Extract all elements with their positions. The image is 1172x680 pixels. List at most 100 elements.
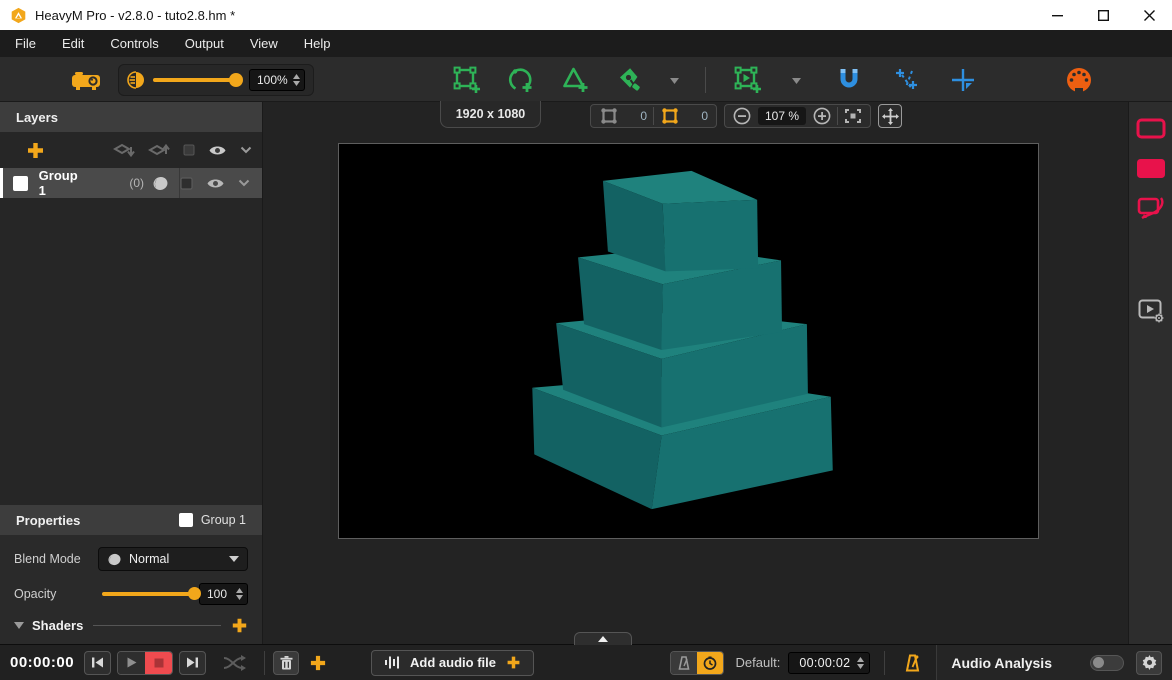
menu-help[interactable]: Help bbox=[291, 30, 344, 57]
opacity-slider-thumb[interactable] bbox=[188, 587, 201, 600]
add-shader-icon[interactable] bbox=[231, 617, 248, 634]
add-audio-plus-icon bbox=[506, 655, 521, 670]
menu-edit[interactable]: Edit bbox=[49, 30, 97, 57]
effects-mode-icon[interactable] bbox=[1136, 196, 1166, 222]
skip-end-button[interactable] bbox=[179, 651, 206, 675]
add-quad-icon[interactable] bbox=[452, 65, 482, 95]
sequences-drawer-handle[interactable] bbox=[574, 632, 632, 645]
distort-grid-icon[interactable] bbox=[892, 67, 920, 93]
add-player-dropdown-caret[interactable] bbox=[792, 71, 801, 89]
play-button[interactable] bbox=[118, 652, 145, 674]
metronome-icon[interactable] bbox=[905, 654, 920, 672]
blend-mode-value: Normal bbox=[129, 552, 222, 566]
layer-visibility-icon[interactable] bbox=[206, 177, 225, 190]
pen-tool-dropdown-caret[interactable] bbox=[670, 71, 679, 89]
resolution-tab: 1920 x 1080 bbox=[440, 101, 541, 128]
default-duration-value: 00:00:02 bbox=[799, 656, 850, 670]
layer-color-swatch[interactable] bbox=[183, 144, 195, 156]
skip-start-button[interactable] bbox=[84, 651, 111, 675]
properties-title: Properties bbox=[16, 513, 80, 528]
brightness-spinner[interactable] bbox=[293, 74, 300, 86]
add-layer-icon[interactable] bbox=[26, 141, 45, 160]
midi-connector-icon[interactable] bbox=[1066, 67, 1092, 93]
pan-tool-button[interactable] bbox=[878, 104, 902, 128]
play-stop-group bbox=[117, 651, 173, 675]
brightness-slider[interactable] bbox=[153, 78, 241, 82]
layer-expand-chevron[interactable] bbox=[238, 179, 250, 187]
layer-color-chip[interactable] bbox=[180, 177, 193, 190]
zoom-group: 107 % bbox=[724, 104, 871, 128]
blend-mode-icon bbox=[107, 553, 122, 566]
layers-title: Layers bbox=[16, 110, 58, 125]
add-sequence-icon[interactable] bbox=[309, 654, 327, 672]
add-triangle-icon[interactable] bbox=[560, 65, 590, 95]
player-settings-icon[interactable] bbox=[1137, 298, 1165, 324]
blend-dropdown-caret bbox=[229, 556, 239, 562]
default-duration-spinner[interactable] bbox=[857, 657, 864, 669]
window-title: HeavyM Pro - v2.8.0 - tuto2.8.hm * bbox=[35, 8, 235, 23]
opacity-spinner[interactable] bbox=[236, 588, 243, 600]
layer-checkbox[interactable] bbox=[13, 176, 28, 191]
beat-mode-button[interactable] bbox=[671, 652, 697, 674]
projector-icon[interactable] bbox=[70, 68, 102, 92]
brightness-slider-thumb[interactable] bbox=[229, 73, 243, 87]
properties-body: Blend Mode Normal Opacity 100 bbox=[0, 535, 262, 644]
pen-tool-icon[interactable] bbox=[614, 66, 642, 94]
default-duration-box[interactable]: 00:00:02 bbox=[788, 652, 870, 674]
menu-output[interactable]: Output bbox=[172, 30, 237, 57]
fill-mode-icon[interactable] bbox=[1136, 158, 1166, 179]
fit-view-icon[interactable] bbox=[844, 108, 862, 124]
add-circle-icon[interactable] bbox=[506, 65, 536, 95]
opacity-value: 100 bbox=[207, 587, 231, 601]
zoom-value[interactable]: 107 % bbox=[758, 107, 806, 125]
shaders-section[interactable]: Shaders bbox=[14, 617, 248, 634]
shaders-collapse-triangle[interactable] bbox=[14, 622, 24, 629]
output-preview[interactable] bbox=[338, 143, 1039, 539]
menu-view[interactable]: View bbox=[237, 30, 291, 57]
transport-separator bbox=[264, 651, 265, 675]
layers-visibility-icon[interactable] bbox=[208, 144, 227, 157]
selected-count-icon bbox=[660, 107, 680, 125]
shuffle-icon[interactable] bbox=[222, 654, 246, 672]
audio-analysis-panel: Audio Analysis bbox=[936, 645, 1172, 680]
menubar: File Edit Controls Output View Help bbox=[0, 30, 1172, 57]
brightness-group: 100% bbox=[118, 57, 314, 102]
counters-group: 0 0 bbox=[590, 104, 717, 128]
move-layer-down-icon[interactable] bbox=[113, 142, 135, 159]
move-layer-up-icon[interactable] bbox=[148, 142, 170, 159]
timer-mode-button[interactable] bbox=[697, 652, 723, 674]
delete-sequence-button[interactable] bbox=[273, 651, 299, 675]
add-guide-icon[interactable] bbox=[950, 67, 976, 93]
properties-target-name: Group 1 bbox=[201, 513, 246, 527]
opacity-slider[interactable] bbox=[102, 592, 199, 596]
brightness-value-box[interactable]: 100% bbox=[249, 69, 305, 91]
midi-group bbox=[1066, 57, 1092, 102]
menu-controls[interactable]: Controls bbox=[97, 30, 171, 57]
layer-count: (0) bbox=[129, 176, 144, 190]
audio-analysis-toggle[interactable] bbox=[1090, 655, 1124, 671]
border-mode-icon[interactable] bbox=[1136, 118, 1166, 139]
selected-count: 0 bbox=[686, 109, 708, 123]
audio-analysis-title: Audio Analysis bbox=[951, 655, 1052, 671]
zoom-in-icon[interactable] bbox=[813, 107, 831, 125]
minimize-button[interactable] bbox=[1034, 0, 1080, 30]
opacity-value-box[interactable]: 100 bbox=[199, 583, 248, 605]
menu-file[interactable]: File bbox=[2, 30, 49, 57]
layer-row-group-1[interactable]: Group 1 (0) bbox=[0, 168, 262, 198]
edit-tools bbox=[836, 57, 976, 102]
blend-mode-dropdown[interactable]: Normal bbox=[98, 547, 248, 571]
faces-count: 0 bbox=[625, 109, 647, 123]
drawer-up-arrow-icon bbox=[598, 636, 608, 642]
transition-settings: Default: 00:00:02 bbox=[670, 651, 933, 675]
canvas-area[interactable] bbox=[263, 130, 1128, 644]
audio-settings-button[interactable] bbox=[1136, 651, 1162, 675]
magnet-snap-icon[interactable] bbox=[836, 67, 862, 93]
add-player-icon[interactable] bbox=[732, 65, 764, 95]
stop-button[interactable] bbox=[145, 652, 172, 674]
maximize-button[interactable] bbox=[1080, 0, 1126, 30]
close-button[interactable] bbox=[1126, 0, 1172, 30]
add-audio-button[interactable]: Add audio file bbox=[371, 650, 534, 676]
add-audio-label: Add audio file bbox=[410, 655, 496, 670]
zoom-out-icon[interactable] bbox=[733, 107, 751, 125]
layers-collapse-chevron[interactable] bbox=[240, 146, 252, 154]
